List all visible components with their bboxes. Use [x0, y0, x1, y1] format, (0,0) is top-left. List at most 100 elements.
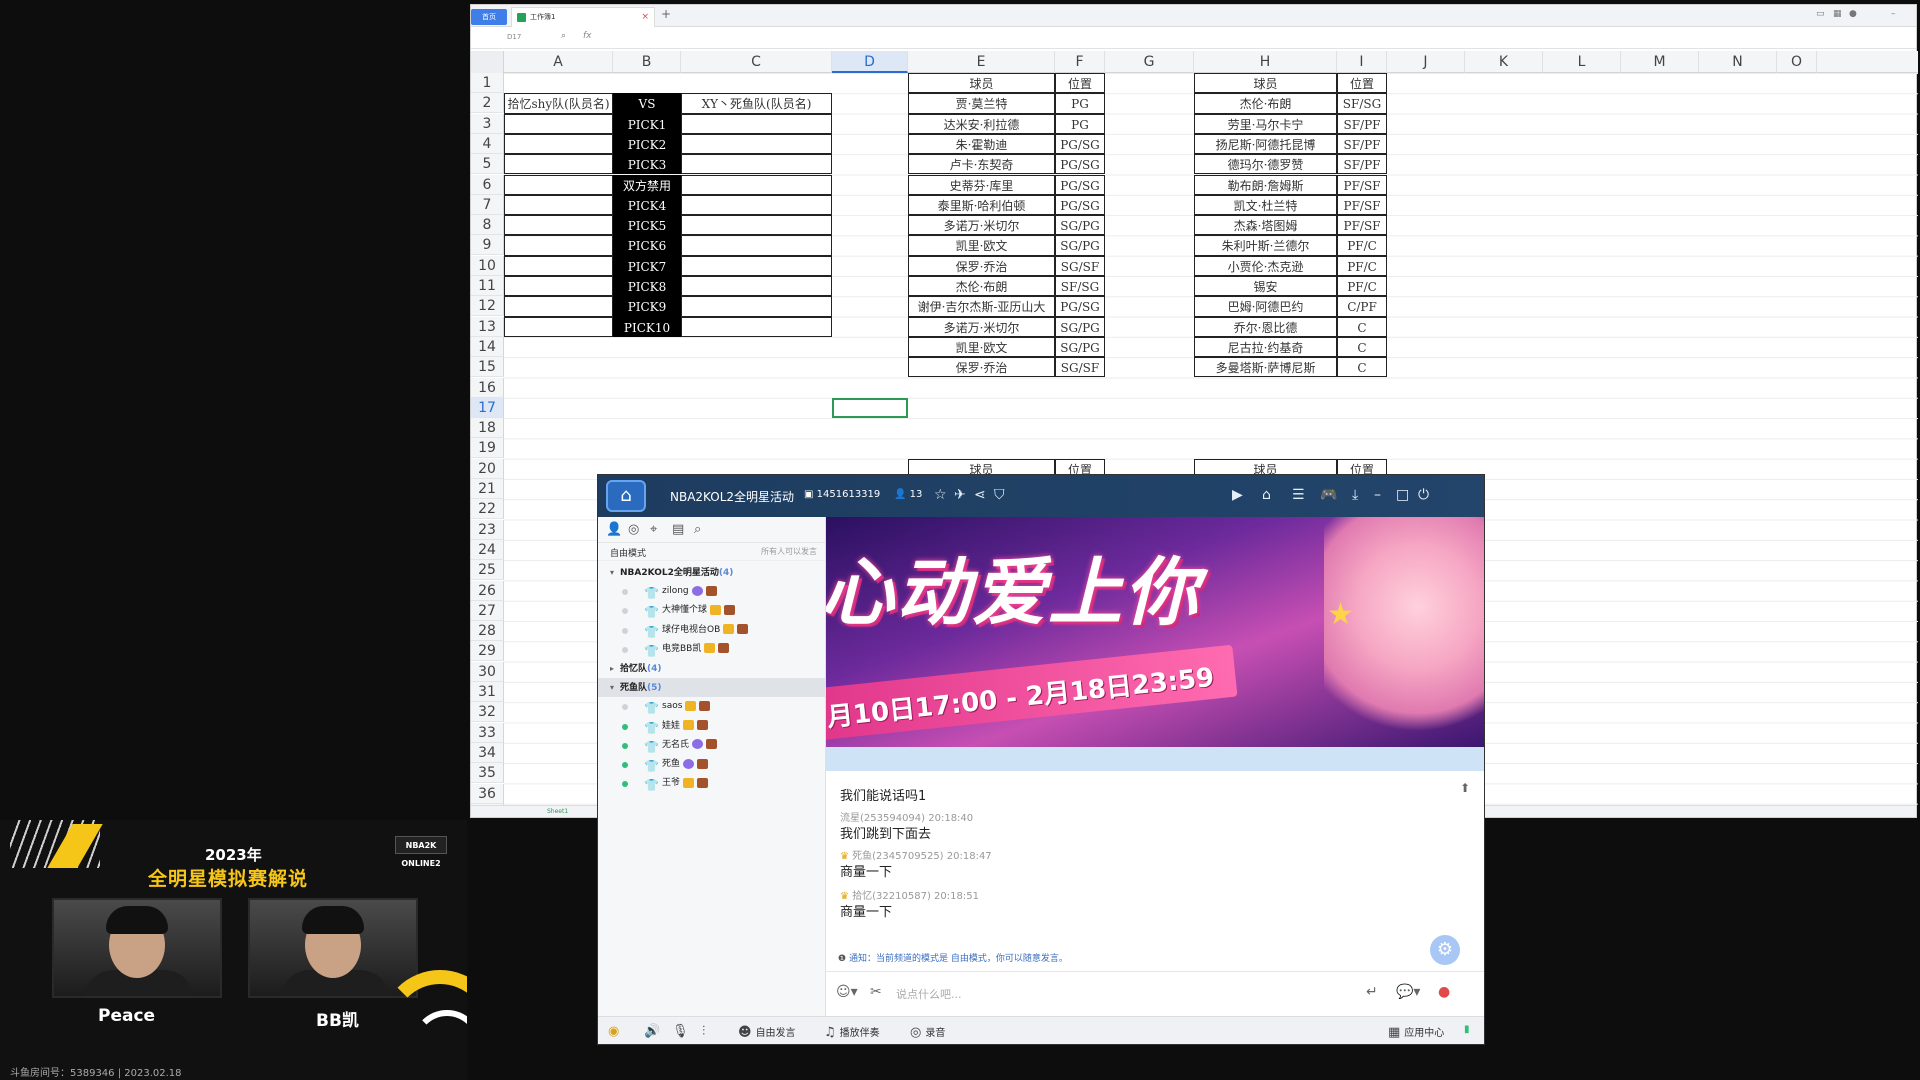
- mic-icon[interactable]: ●: [1438, 984, 1450, 1000]
- column-header-g[interactable]: G: [1105, 51, 1194, 73]
- roster-right-player[interactable]: 杰森·塔图姆: [1194, 215, 1337, 236]
- roster-left-pos[interactable]: PG/SG: [1055, 194, 1105, 216]
- home-logo-icon[interactable]: ⌂: [606, 480, 646, 512]
- selected-cell-d17[interactable]: [832, 397, 908, 419]
- favorite-star-icon[interactable]: ☆: [934, 487, 947, 503]
- expand-toggle-icon[interactable]: ▾: [610, 678, 620, 697]
- music-button[interactable]: ♫ 播放伴奏: [824, 1024, 880, 1040]
- roster-left-player[interactable]: 朱·霍勒迪: [908, 133, 1055, 155]
- roster-left-player[interactable]: 凯里·欧文: [908, 235, 1055, 256]
- roster-left-pos[interactable]: SG/PG: [1055, 336, 1105, 358]
- roster-right-pos[interactable]: PF/SF: [1337, 194, 1387, 216]
- search-icon[interactable]: ⌕: [694, 522, 701, 537]
- expand-toggle-icon[interactable]: ▸: [610, 659, 620, 678]
- select-all-corner[interactable]: [471, 51, 504, 73]
- new-tab-button[interactable]: +: [661, 7, 671, 21]
- chat-bubble-icon[interactable]: 💬▾: [1396, 984, 1420, 1000]
- home-icon[interactable]: ⌂: [1262, 487, 1271, 503]
- roster-left-pos[interactable]: PG: [1055, 113, 1105, 134]
- row-header-33[interactable]: 33: [471, 722, 504, 743]
- pick-label[interactable]: PICK4: [613, 194, 681, 216]
- roster-left-player[interactable]: 史蒂芬·库里: [908, 174, 1055, 195]
- record-button[interactable]: ◎ 录音: [910, 1024, 945, 1040]
- roster-right-player[interactable]: 勒布朗·詹姆斯: [1194, 174, 1337, 195]
- roster-right-pos[interactable]: C: [1337, 357, 1387, 378]
- team-b-pick-cell[interactable]: [681, 235, 832, 256]
- team-a-pick-cell[interactable]: [504, 215, 613, 236]
- roster-right-pos[interactable]: PF/C: [1337, 255, 1387, 276]
- member-row[interactable]: 👕 死鱼: [598, 755, 826, 774]
- roster-right-player[interactable]: 扬尼斯·阿德托昆博: [1194, 133, 1337, 155]
- roster-left-player[interactable]: 保罗·乔治: [908, 255, 1055, 276]
- row-header-9[interactable]: 9: [471, 235, 504, 256]
- row-header-8[interactable]: 8: [471, 215, 504, 236]
- pick-label[interactable]: PICK2: [613, 133, 681, 155]
- roster-right-player[interactable]: 小贾伦·杰克逊: [1194, 255, 1337, 276]
- sheet1-tab[interactable]: Sheet1: [547, 808, 568, 815]
- gamepad-icon[interactable]: 🎮: [1320, 487, 1337, 503]
- roster-left-player[interactable]: 达米安·利拉德: [908, 113, 1055, 134]
- roster-left-pos[interactable]: PG: [1055, 93, 1105, 114]
- roster-left-pos[interactable]: PG/SG: [1055, 154, 1105, 175]
- row-header-13[interactable]: 13: [471, 316, 504, 337]
- member-row[interactable]: 👕 电竞BB凯: [598, 640, 826, 659]
- minimize-icon[interactable]: –: [1374, 487, 1381, 503]
- column-header-l[interactable]: L: [1543, 51, 1621, 73]
- row-header-35[interactable]: 35: [471, 763, 504, 784]
- name-box[interactable]: D17: [507, 33, 521, 41]
- roster-right-pos[interactable]: SF/PF: [1337, 133, 1387, 155]
- member-row[interactable]: 👕 王爷: [598, 774, 826, 793]
- roster-right-player[interactable]: 德玛尔·德罗赞: [1194, 154, 1337, 175]
- column-header-d[interactable]: D: [832, 51, 908, 73]
- roster-right-player[interactable]: 尼古拉·约基奇: [1194, 336, 1337, 358]
- team-b-pick-cell[interactable]: [681, 113, 832, 134]
- minimize-icon[interactable]: –: [1891, 9, 1896, 19]
- team-a-pick-cell[interactable]: [504, 154, 613, 175]
- video-icon[interactable]: ▶: [1232, 487, 1243, 503]
- member-row[interactable]: 👕 球仔电视台OB: [598, 621, 826, 640]
- row-header-18[interactable]: 18: [471, 418, 504, 439]
- column-header-e[interactable]: E: [908, 51, 1055, 73]
- roster-right-player[interactable]: 巴姆·阿德巴约: [1194, 296, 1337, 317]
- plane-icon[interactable]: ✈: [954, 487, 966, 503]
- roster-left-player[interactable]: 谢伊·吉尔杰斯-亚历山大: [908, 296, 1055, 317]
- message-list[interactable]: 我们能说话吗1 流星(253594094) 20:18:40 我们跳到下面去 ♛ 死鱼…: [826, 771, 1484, 971]
- roster-right-pos[interactable]: PF/C: [1337, 235, 1387, 256]
- row-header-5[interactable]: 5: [471, 154, 504, 175]
- pick-label[interactable]: PICK10: [613, 316, 681, 337]
- column-header-o[interactable]: O: [1777, 51, 1817, 73]
- roster-right-pos[interactable]: PF/SF: [1337, 215, 1387, 236]
- roster-left-pos[interactable]: PG/SG: [1055, 296, 1105, 317]
- row-header-22[interactable]: 22: [471, 499, 504, 520]
- row-header-21[interactable]: 21: [471, 479, 504, 499]
- row-header-34[interactable]: 34: [471, 742, 504, 763]
- layout-icon[interactable]: ▭: [1816, 9, 1825, 19]
- column-header-a[interactable]: A: [504, 51, 613, 73]
- team-b-pick-cell[interactable]: [681, 194, 832, 216]
- vs-cell[interactable]: VS: [613, 93, 681, 114]
- row-header-19[interactable]: 19: [471, 438, 504, 459]
- roster-left-pos[interactable]: SG/PG: [1055, 316, 1105, 337]
- roster-right-pos[interactable]: C: [1337, 336, 1387, 358]
- column-header-m[interactable]: M: [1621, 51, 1699, 73]
- column-header-i[interactable]: I: [1337, 51, 1387, 73]
- settings-gear-icon[interactable]: ⚙: [1430, 935, 1460, 965]
- row-header-10[interactable]: 10: [471, 255, 504, 276]
- team-b-pick-cell[interactable]: [681, 174, 832, 195]
- app-center-button[interactable]: ▦ 应用中心: [1388, 1024, 1444, 1040]
- list-icon[interactable]: ☰: [1292, 487, 1305, 503]
- pick-label[interactable]: PICK1: [613, 113, 681, 134]
- team-a-pick-cell[interactable]: [504, 296, 613, 317]
- download-icon[interactable]: ⤓: [1352, 487, 1358, 503]
- row-header-14[interactable]: 14: [471, 336, 504, 357]
- member-row[interactable]: 👕 无名氏: [598, 736, 826, 755]
- close-tab-icon[interactable]: ×: [641, 8, 649, 26]
- column-header-j[interactable]: J: [1387, 51, 1465, 73]
- roster-right-pos[interactable]: C/PF: [1337, 296, 1387, 317]
- column-header-k[interactable]: K: [1465, 51, 1543, 73]
- channel-group-2[interactable]: ▾ 死鱼队(5): [598, 678, 826, 698]
- team-b-pick-cell[interactable]: [681, 154, 832, 175]
- row-header-25[interactable]: 25: [471, 560, 504, 581]
- team-b-pick-cell[interactable]: [681, 255, 832, 276]
- row-header-11[interactable]: 11: [471, 276, 504, 296]
